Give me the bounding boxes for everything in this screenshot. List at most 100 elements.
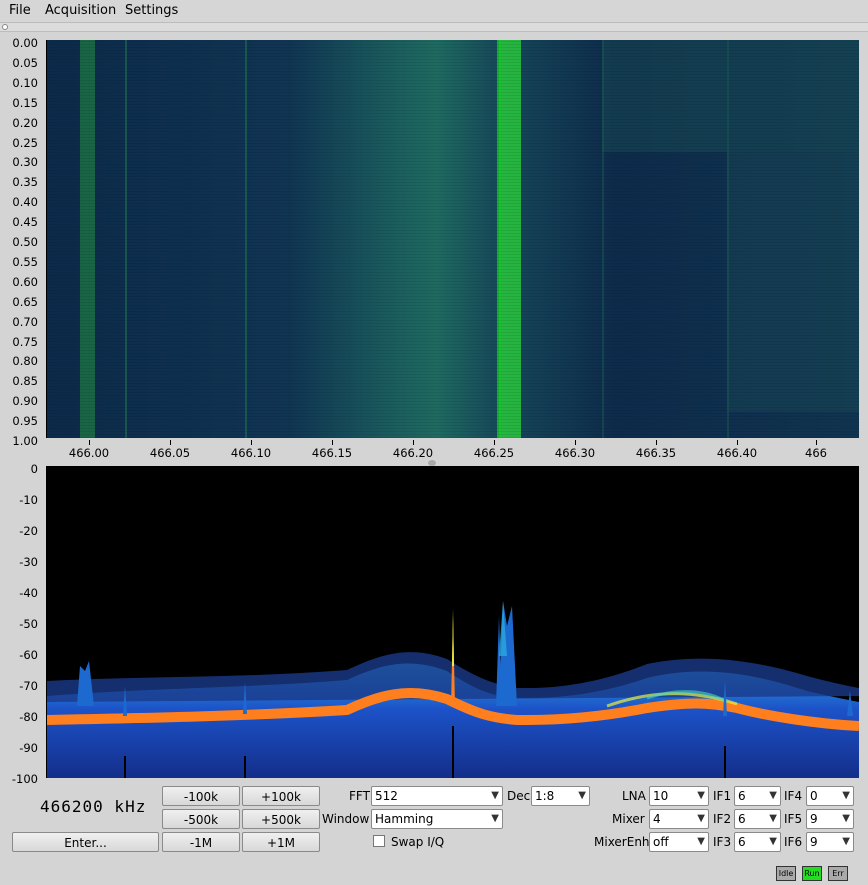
mixer-label: Mixer (612, 812, 645, 826)
if1-label: IF1 (713, 789, 732, 803)
chevron-down-icon: ▼ (769, 790, 777, 801)
spectrum-y-tick-label: -20 (19, 524, 38, 538)
spectrum-y-axis: 0 -10 -20 -30 -40 -50 -60 -70 -80 -90 -100 (0, 462, 40, 786)
frequency-tick-label: 466.05 (149, 446, 191, 460)
frequency-tick (656, 440, 657, 445)
minus-1m-button[interactable]: -1M (162, 832, 240, 852)
waterfall-y-tick-label: 0.00 (12, 36, 38, 50)
lna-label: LNA (622, 789, 646, 803)
if2-value: 6 (738, 812, 746, 826)
fft-size-value: 512 (375, 789, 398, 803)
chevron-down-icon: ▼ (578, 790, 586, 801)
menu-acquisition[interactable]: Acquisition (45, 3, 116, 18)
fft-label: FFT (349, 789, 370, 803)
frequency-tick-label: 466.00 (68, 446, 110, 460)
frequency-tick-label: 466.10 (230, 446, 272, 460)
if1-select[interactable]: 6 ▼ (734, 786, 781, 806)
lna-value: 10 (653, 789, 669, 803)
chevron-down-icon: ▼ (697, 813, 705, 824)
spectrum-y-tick-label: -80 (19, 710, 38, 724)
decimation-select[interactable]: 1:8 ▼ (531, 786, 590, 806)
chevron-down-icon: ▼ (697, 790, 705, 801)
if6-label: IF6 (784, 835, 803, 849)
waterfall-display[interactable] (46, 40, 859, 438)
if5-select[interactable]: 9 ▼ (806, 809, 854, 829)
plus-100k-button[interactable]: +100k (242, 786, 320, 806)
if3-label: IF3 (713, 835, 732, 849)
frequency-tick-label: 466.30 (554, 446, 596, 460)
if1-value: 6 (738, 789, 746, 803)
spectrum-y-tick-label: -50 (19, 617, 38, 631)
spectrum-y-tick-label: 0 (30, 462, 38, 476)
frequency-tick (89, 440, 90, 445)
waterfall-y-tick-label: 0.85 (12, 374, 38, 389)
waterfall-y-tick-label: 0.30 (12, 155, 38, 170)
if5-value: 9 (810, 812, 818, 826)
spectrum-y-tick-label: -100 (11, 772, 38, 786)
mixerenh-label: MixerEnh (594, 835, 650, 849)
fft-size-select[interactable]: 512 ▼ (371, 786, 503, 806)
frequency-tick (737, 440, 738, 445)
menu-file[interactable]: File (9, 3, 31, 18)
if2-label: IF2 (713, 812, 732, 826)
window-select[interactable]: Hamming ▼ (371, 809, 503, 829)
menu-settings[interactable]: Settings (125, 3, 178, 18)
if4-select[interactable]: 0 ▼ (806, 786, 854, 806)
if6-value: 9 (810, 835, 818, 849)
frequency-tick (170, 440, 171, 445)
if6-select[interactable]: 9 ▼ (806, 832, 854, 852)
spectrum-y-tick-label: -70 (19, 679, 38, 693)
minus-500k-button[interactable]: -500k (162, 809, 240, 829)
top-splitter[interactable] (0, 22, 868, 32)
menu-bar: File Acquisition Settings (0, 0, 868, 22)
swap-iq-label: Swap I/Q (391, 835, 445, 849)
splitter-handle[interactable] (2, 24, 8, 30)
mixerenh-select[interactable]: off ▼ (649, 832, 709, 852)
plus-500k-button[interactable]: +500k (242, 809, 320, 829)
frequency-tick-label: 466.35 (635, 446, 677, 460)
waterfall-y-tick-label: 0.95 (12, 414, 38, 429)
plus-1m-button[interactable]: +1M (242, 832, 320, 852)
waterfall-y-tick-label: 1.00 (12, 434, 38, 448)
waterfall-y-tick-label: 0.70 (12, 314, 38, 329)
chevron-down-icon: ▼ (842, 790, 850, 801)
waterfall-y-tick-label: 0.90 (12, 394, 38, 409)
spectrum-y-tick-label: -40 (19, 586, 38, 600)
chevron-down-icon: ▼ (769, 836, 777, 847)
waterfall-y-tick-label: 0.60 (12, 274, 38, 289)
chevron-down-icon: ▼ (491, 813, 499, 824)
mixer-select[interactable]: 4 ▼ (649, 809, 709, 829)
frequency-tick-label: 466 (805, 446, 827, 460)
if4-label: IF4 (784, 789, 803, 803)
spectrum-y-tick-label: -30 (19, 555, 38, 569)
lna-select[interactable]: 10 ▼ (649, 786, 709, 806)
waterfall-y-tick-label: 0.65 (12, 294, 38, 309)
frequency-readout: 466200 kHz (40, 797, 147, 816)
frequency-tick-label: 466.15 (311, 446, 353, 460)
chevron-down-icon: ▼ (769, 813, 777, 824)
swap-iq-checkbox[interactable] (373, 835, 385, 847)
spectrum-y-tick-label: -90 (19, 741, 38, 755)
spectrum-display[interactable] (46, 466, 859, 778)
chevron-down-icon: ▼ (491, 790, 499, 801)
frequency-tick-label: 466.40 (716, 446, 758, 460)
if2-select[interactable]: 6 ▼ (734, 809, 781, 829)
if3-value: 6 (738, 835, 746, 849)
waterfall-y-tick-label: 0.50 (12, 235, 38, 249)
waterfall-y-tick-label: 0.25 (12, 135, 38, 150)
waterfall-y-tick-label: 0.55 (12, 254, 38, 269)
waterfall-y-tick-label: 0.35 (12, 175, 38, 190)
spectrum-plot (47, 601, 859, 778)
mixerenh-value: off (653, 835, 669, 849)
waterfall-y-tick-label: 0.15 (12, 95, 38, 110)
waterfall-y-tick-label: 0.80 (12, 354, 38, 369)
frequency-tick (332, 440, 333, 445)
chevron-down-icon: ▼ (842, 836, 850, 847)
if3-select[interactable]: 6 ▼ (734, 832, 781, 852)
status-run-indicator: Run (802, 866, 822, 881)
frequency-tick (413, 440, 414, 445)
minus-100k-button[interactable]: -100k (162, 786, 240, 806)
frequency-tick-label: 466.20 (392, 446, 434, 460)
enter-frequency-button[interactable]: Enter... (12, 832, 159, 852)
window-label: Window (322, 812, 370, 826)
